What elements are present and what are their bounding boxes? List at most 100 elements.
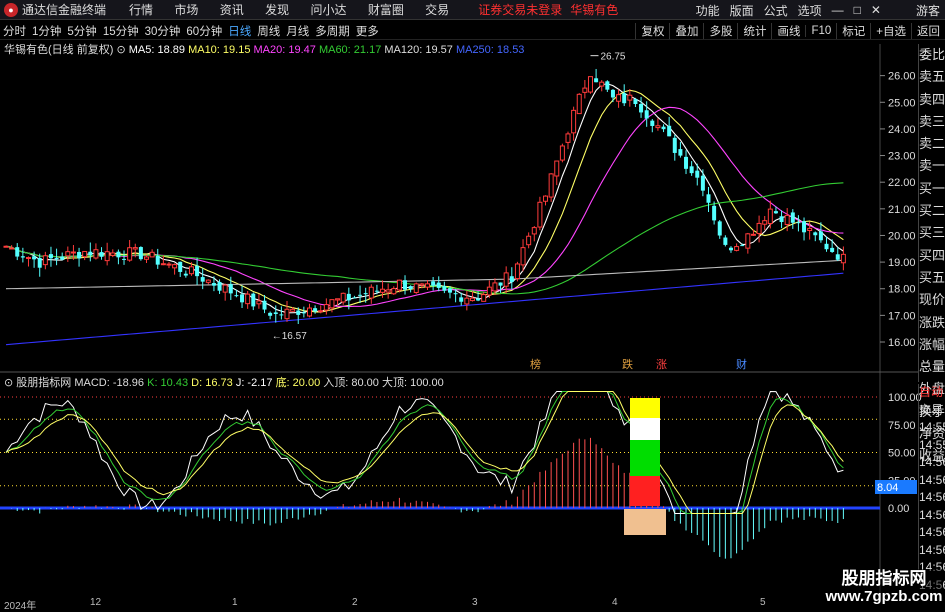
candle-body xyxy=(784,214,790,225)
quote-label-5: 卖一 xyxy=(919,158,945,174)
candle-body xyxy=(217,281,222,291)
candle-body xyxy=(610,89,615,98)
price-tick-label: 23.00 xyxy=(888,151,916,163)
price-tick-label: 19.00 xyxy=(888,257,916,269)
candle-body xyxy=(32,256,37,260)
candle-body xyxy=(172,264,178,269)
candle-body xyxy=(824,243,829,250)
candle-body xyxy=(481,294,487,302)
candle-body xyxy=(368,286,374,299)
price-tick-label: 16.00 xyxy=(888,337,916,349)
candle-body xyxy=(554,160,560,177)
value-tag-label: 8.04 xyxy=(877,482,898,494)
indicator-axis: 100.0075.0050.0025.000.008.04 xyxy=(875,392,922,515)
macd-histogram xyxy=(11,437,844,559)
candle-body xyxy=(514,263,520,280)
candle-body xyxy=(391,288,397,295)
ma5-line xyxy=(5,83,844,314)
tick-label-3: 14:55 xyxy=(919,437,945,452)
candle-body xyxy=(486,286,492,296)
d-value: D: 16.73 xyxy=(191,377,233,389)
quote-label-2: 卖四 xyxy=(919,91,945,107)
candle-body xyxy=(790,212,795,223)
candle-body xyxy=(633,99,638,105)
candle-body xyxy=(599,81,605,87)
candle-body xyxy=(622,93,627,104)
candle-body xyxy=(240,294,245,303)
candle-body xyxy=(256,300,262,305)
candle-body xyxy=(695,170,700,178)
annotations: 26.75 ←16.57 榜 跌 涨 财 xyxy=(272,52,747,371)
ma60-line xyxy=(5,182,844,295)
date-label-4: 3 xyxy=(472,597,478,608)
candle-body xyxy=(144,256,149,260)
candle-body xyxy=(469,297,475,302)
candle-body xyxy=(706,194,711,203)
candle-body xyxy=(594,78,599,83)
candle-body xyxy=(565,133,571,143)
entry-value: 入顶: 80.00 xyxy=(323,377,379,389)
candle-body xyxy=(273,312,278,315)
candle-body xyxy=(306,307,312,317)
quote-label-8: 买三 xyxy=(919,225,945,241)
candle-body xyxy=(132,247,138,250)
candle-body xyxy=(526,235,532,246)
candle-body xyxy=(160,263,166,266)
candle-body xyxy=(605,81,610,90)
quote-label-9: 买四 xyxy=(919,247,945,263)
candle-body xyxy=(228,284,233,294)
signal-blocks xyxy=(624,398,666,535)
quote-label-7: 买二 xyxy=(919,203,945,219)
price-tick-label: 26.00 xyxy=(888,71,916,83)
candle-body xyxy=(222,284,228,293)
candle-body xyxy=(70,251,76,254)
ma-lines xyxy=(5,83,844,346)
event-label-2: 涨 xyxy=(656,358,667,371)
candle-body xyxy=(65,251,71,257)
candle-body xyxy=(509,276,514,282)
price-tick-label: 21.00 xyxy=(888,204,916,216)
candle-body xyxy=(436,282,441,288)
candle-body xyxy=(431,281,436,286)
candle-body xyxy=(616,94,622,102)
candle-body xyxy=(93,249,99,259)
candle-body xyxy=(492,282,498,292)
candle-body xyxy=(352,297,357,299)
candle-body xyxy=(745,233,751,249)
candle-body xyxy=(644,110,649,119)
top-value: 大顶: 100.00 xyxy=(381,377,444,389)
ma250-line xyxy=(5,272,844,346)
candle-body xyxy=(195,265,200,277)
candle-body xyxy=(374,290,379,292)
candle-body xyxy=(335,298,341,301)
tick-label-9: 14:56 xyxy=(919,542,945,557)
candle-body xyxy=(20,256,25,258)
candle-body xyxy=(396,279,402,291)
event-label-0: 榜 xyxy=(530,357,541,371)
candle-body xyxy=(358,294,363,296)
date-label-3: 2 xyxy=(352,597,358,608)
indicator-info: ⊙ 股朋指标网 MACD: -18.96 K: 10.43 D: 16.73 J… xyxy=(4,374,444,390)
candle-body xyxy=(340,292,346,303)
quote-label-13: 涨幅 xyxy=(919,336,945,352)
price-tick-label: 25.00 xyxy=(888,97,916,109)
candle-body xyxy=(548,173,554,198)
tick-label-8: 14:56 xyxy=(919,525,945,539)
indicator-settings-icon[interactable]: ⊙ xyxy=(4,377,13,389)
chart-canvas: 26.00 25.00 24.00 23.00 22.00 21.00 20.00 19.00… xyxy=(0,44,922,595)
candle-body xyxy=(211,283,216,286)
quote-label-6: 买一 xyxy=(919,180,945,196)
tick-label-2: 14:55 xyxy=(919,420,945,434)
quote-label-10: 买五 xyxy=(919,269,945,285)
candle-body xyxy=(408,286,413,290)
date-axis: 2024年 12 1 2 3 4 5 xyxy=(0,597,880,612)
candle-body xyxy=(678,149,683,156)
candle-body xyxy=(25,257,31,260)
tick-panel: 自动交易 14:55 14:55 14:56 14:56 14:56 14:56 14:56 1… xyxy=(918,384,945,592)
price-tick-label: 17.00 xyxy=(888,310,916,322)
candle-body xyxy=(425,283,430,288)
indicator-name[interactable]: 股朋指标网 xyxy=(16,377,71,389)
price-tick-label: 24.00 xyxy=(888,124,916,136)
candle-body xyxy=(385,289,391,293)
candle-body xyxy=(639,103,644,113)
